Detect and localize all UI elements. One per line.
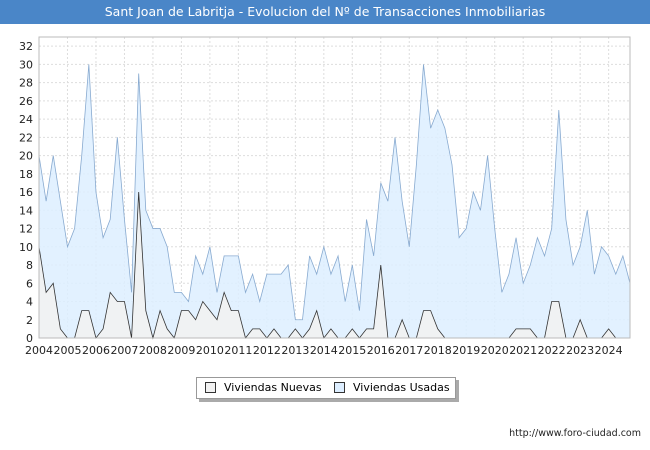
x-tick-label: 2007: [110, 344, 138, 357]
y-tick-label: 28: [19, 77, 33, 90]
y-tick-label: 18: [19, 168, 33, 181]
y-tick-label: 30: [19, 58, 33, 71]
y-tick-label: 16: [19, 186, 33, 199]
legend-swatch-nuevas: [205, 382, 216, 393]
x-axis-ticks: 2004 2005 2006 2007 2008 2009 2010 2011 2012 2013…: [25, 344, 623, 357]
x-tick-label: 2019: [452, 344, 480, 357]
legend-swatch-usadas: [334, 382, 345, 393]
y-tick-label: 6: [26, 277, 33, 290]
x-tick-label: 2006: [82, 344, 110, 357]
x-tick-label: 2009: [167, 344, 195, 357]
chart-title: Sant Joan de Labritja - Evolucion del Nº…: [104, 4, 546, 19]
x-tick-label: 2014: [310, 344, 338, 357]
x-tick-label: 2005: [53, 344, 81, 357]
legend-item-nuevas: Viviendas Nuevas: [205, 381, 322, 394]
legend-item-usadas: Viviendas Usadas: [334, 381, 450, 394]
y-tick-label: 10: [19, 241, 33, 254]
x-tick-label: 2023: [566, 344, 594, 357]
legend-label-usadas: Viviendas Usadas: [353, 381, 450, 394]
y-tick-label: 2: [26, 314, 33, 327]
y-tick-label: 14: [19, 204, 33, 217]
y-tick-label: 22: [19, 131, 33, 144]
y-tick-label: 4: [26, 296, 33, 309]
y-axis-ticks: 02468101214161820222426283032: [19, 40, 33, 345]
x-tick-label: 2015: [338, 344, 366, 357]
x-tick-label: 2008: [139, 344, 167, 357]
source-url: http://www.foro-ciudad.com: [509, 428, 641, 439]
legend-label-nuevas: Viviendas Nuevas: [224, 381, 322, 394]
x-tick-label: 2016: [367, 344, 395, 357]
x-tick-label: 2020: [481, 344, 509, 357]
y-tick-label: 26: [19, 95, 33, 108]
x-tick-label: 2024: [595, 344, 623, 357]
y-tick-label: 8: [26, 259, 33, 272]
y-tick-label: 12: [19, 223, 33, 236]
y-tick-label: 24: [19, 113, 33, 126]
x-tick-label: 2010: [196, 344, 224, 357]
x-tick-label: 2012: [253, 344, 281, 357]
y-tick-label: 32: [19, 40, 33, 53]
y-tick-label: 20: [19, 150, 33, 163]
x-tick-label: 2018: [424, 344, 452, 357]
x-tick-label: 2011: [224, 344, 252, 357]
x-tick-label: 2021: [509, 344, 537, 357]
x-tick-label: 2013: [281, 344, 309, 357]
x-tick-label: 2004: [25, 344, 53, 357]
x-tick-label: 2017: [395, 344, 423, 357]
legend: Viviendas Nuevas Viviendas Usadas: [196, 377, 456, 399]
x-tick-label: 2022: [538, 344, 566, 357]
title-bar: Sant Joan de Labritja - Evolucion del Nº…: [0, 0, 650, 24]
